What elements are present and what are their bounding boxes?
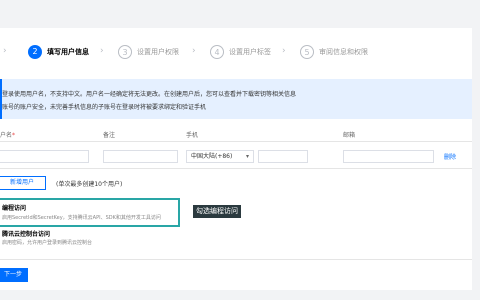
step-label: 设置用户标签 xyxy=(229,48,271,56)
username-input[interactable] xyxy=(0,150,89,163)
step-5: 5 审阅信息和权限 xyxy=(300,42,368,62)
step-label: 设置用户权限 xyxy=(137,48,179,56)
remark-input[interactable] xyxy=(103,150,178,163)
header-email: 邮箱 xyxy=(343,132,356,139)
step-3: 3 设置用户权限 xyxy=(118,42,179,62)
step-number: 5 xyxy=(300,45,314,59)
console-access-title[interactable]: 腾讯云控制台访问 xyxy=(2,229,50,238)
step-2: 2 填写用户信息 xyxy=(28,42,89,62)
required-mark: * xyxy=(12,132,16,139)
divider xyxy=(0,168,472,169)
step-number: 4 xyxy=(210,45,224,59)
delete-row-link[interactable]: 删除 xyxy=(444,152,456,161)
step-4: 4 设置用户标签 xyxy=(210,42,271,62)
divider xyxy=(0,141,472,142)
programmatic-access-highlight[interactable] xyxy=(0,198,180,227)
next-step-button[interactable]: 下一步 xyxy=(0,268,28,282)
step-indicator: › 2 填写用户信息 › 3 设置用户权限 › 4 设置用户标签 › 5 审阅信… xyxy=(0,42,472,62)
console-access-desc: 启用密码，允许用户登录到腾讯云控制台 xyxy=(2,240,93,246)
header-remark: 备注 xyxy=(103,132,116,139)
info-banner: 登录使用用户名，不支持中文。用户名一经确定将无法更改。在创建用户后，您可以查看并… xyxy=(0,79,472,119)
annotation-callout: 勾选编程访问 xyxy=(193,205,241,218)
programmatic-access-desc: 启用SecretId和SecretKey，支持腾讯云API、SDK和其他开发工具… xyxy=(2,215,161,221)
chevron-down-icon: ▾ xyxy=(245,153,249,160)
chevron-right-icon: › xyxy=(3,46,7,56)
country-code-select[interactable]: 中国大陆(+86) ▾ xyxy=(186,150,254,163)
top-bar xyxy=(0,0,480,28)
chevron-right-icon: › xyxy=(192,46,196,56)
add-user-button[interactable]: 新增用户 xyxy=(0,176,46,190)
divider xyxy=(0,259,472,260)
programmatic-access-title[interactable]: 编程访问 xyxy=(2,203,26,212)
add-user-note: (单次最多创建10个用户) xyxy=(56,181,123,188)
header-phone: 手机 xyxy=(186,132,199,139)
step-label: 填写用户信息 xyxy=(47,48,89,56)
chevron-right-icon: › xyxy=(100,46,104,56)
country-code-value: 中国大陆(+86) xyxy=(191,153,233,160)
step-number: 3 xyxy=(118,45,132,59)
banner-line-1: 登录使用用户名，不支持中文。用户名一经确定将无法更改。在创建用户后，您可以查看并… xyxy=(2,91,297,98)
email-input[interactable] xyxy=(343,150,434,163)
phone-input[interactable] xyxy=(258,150,308,163)
header-username: 户名* xyxy=(0,132,16,139)
step-number: 2 xyxy=(28,45,42,59)
chevron-right-icon: › xyxy=(282,46,286,56)
step-label: 审阅信息和权限 xyxy=(319,48,368,56)
banner-line-2: 账号的账户安全，未完善手机信息的子账号在登录时将被要求绑定和验证手机 xyxy=(2,104,207,111)
